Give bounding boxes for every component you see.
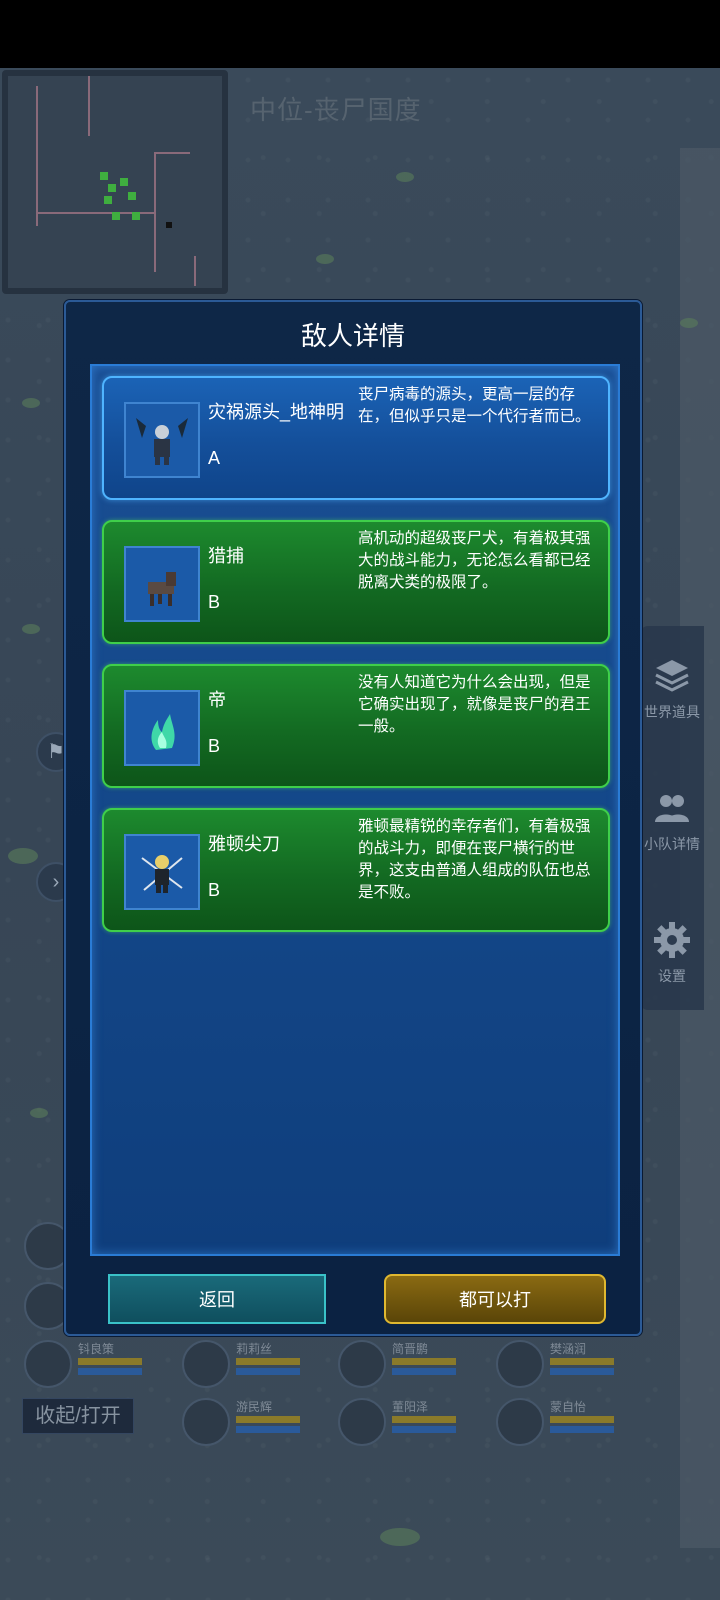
hp-bar	[550, 1358, 614, 1365]
enemy-name: 灾祸源头_地神明	[208, 402, 345, 422]
side-item-team-details[interactable]: 小队详情	[640, 788, 704, 854]
enemy-card[interactable]: 猎捕 B 高机动的超级丧尸犬，有着极其强大的战斗能力，无论怎么看都已经脱离犬类的…	[102, 520, 610, 644]
hp-bar	[392, 1358, 456, 1365]
party-member[interactable]: 简晋鹏	[338, 1340, 488, 1392]
party-member-name: 简晋鹏	[392, 1342, 429, 1356]
enemy-list[interactable]: 灾祸源头_地神明 A 丧尸病毒的源头，更高一层的存在，但似乎只是一个代行者而已。…	[90, 364, 620, 1256]
minimap-wall	[194, 256, 196, 286]
minimap-wall	[88, 76, 90, 136]
dialog-title: 敌人详情	[300, 321, 405, 351]
grass-tuft	[8, 848, 38, 864]
minimap-unit	[128, 192, 136, 200]
map-title: 中位-丧尸国度	[250, 95, 422, 125]
hp-bar	[236, 1358, 300, 1365]
blade-soldier-icon	[141, 855, 183, 893]
enemy-name: 雅顿尖刀	[208, 834, 280, 854]
enemy-card[interactable]: 雅顿尖刀 B 雅顿最精锐的幸存者们，有着极强的战斗力，即便在丧尸横行的世界，这支…	[102, 808, 610, 932]
party-member[interactable]: 樊涵润	[496, 1340, 646, 1392]
minimap-unit	[132, 212, 140, 220]
mp-bar	[392, 1368, 456, 1375]
enemy-description: 高机动的超级丧尸犬，有着极其强大的战斗能力，无论怎么看都已经脱离犬类的极限了。	[358, 530, 591, 591]
enemy-description: 没有人知道它为什么会出现，但是它确实出现了，就像是丧尸的君王一般。	[358, 674, 591, 735]
enemy-portrait	[124, 834, 200, 910]
minimap-player	[166, 222, 172, 228]
enemy-rank: A	[208, 448, 221, 468]
enemy-card[interactable]: 灾祸源头_地神明 A 丧尸病毒的源头，更高一层的存在，但似乎只是一个代行者而已。	[102, 376, 610, 500]
party-member-name: 董阳泽	[392, 1400, 429, 1414]
side-menu: 世界道具 小队详情 设置	[640, 626, 704, 1010]
hp-bar	[78, 1358, 142, 1365]
collapse-toggle-button[interactable]: 收起/打开	[22, 1398, 134, 1434]
avatar	[496, 1398, 544, 1446]
enemy-rank: B	[208, 592, 221, 612]
avatar	[182, 1340, 230, 1388]
hp-bar	[392, 1416, 456, 1423]
enemy-name: 猎捕	[208, 546, 244, 566]
mp-bar	[550, 1368, 614, 1375]
enemy-details-dialog: 敌人详情 灾祸源头_地神明 A 丧尸病毒的源头，更高一层的存在，但似乎只是一个代…	[64, 300, 642, 1336]
hp-bar	[550, 1416, 614, 1423]
minimap-unit	[104, 196, 112, 204]
party-member[interactable]: 游民辉	[182, 1398, 332, 1450]
mp-bar	[78, 1368, 142, 1375]
party-member-name: 樊涵润	[550, 1342, 587, 1356]
mp-bar	[550, 1426, 614, 1433]
grass-tuft	[316, 254, 334, 264]
enemy-description: 丧尸病毒的源头，更高一层的存在，但似乎只是一个代行者而已。	[358, 386, 591, 425]
party-member[interactable]: 钭良策	[24, 1340, 174, 1392]
minimap-unit	[120, 178, 128, 186]
grass-tuft	[30, 1108, 48, 1118]
mp-bar	[236, 1426, 300, 1433]
enemy-rank: B	[208, 736, 221, 756]
minimap[interactable]	[2, 70, 228, 294]
enemy-name: 帝	[208, 690, 226, 710]
enemy-portrait	[124, 402, 200, 478]
hp-bar	[236, 1416, 300, 1423]
enemy-description: 雅顿最精锐的幸存者们，有着极强的战斗力，即便在丧尸横行的世界，这支由普通人组成的…	[358, 818, 591, 901]
side-item-label: 设置	[658, 968, 686, 984]
minimap-unit	[112, 212, 120, 220]
grass-tuft	[22, 624, 40, 634]
gear-icon	[654, 922, 690, 958]
zombie-dog-icon	[148, 572, 176, 606]
grass-tuft	[22, 398, 40, 408]
enemy-portrait	[124, 690, 200, 766]
minimap-unit	[108, 184, 116, 192]
party-member-name: 蒙自怡	[550, 1400, 587, 1414]
party-member[interactable]: 董阳泽	[338, 1398, 488, 1450]
avatar	[338, 1340, 386, 1388]
team-icon	[655, 795, 689, 822]
minimap-wall	[154, 152, 190, 154]
status-bar	[0, 0, 720, 68]
avatar	[338, 1398, 386, 1446]
minimap-wall	[154, 152, 156, 272]
party-member[interactable]: 蒙自怡	[496, 1398, 646, 1450]
side-item-world-items[interactable]: 世界道具	[640, 656, 704, 722]
party-member-name: 游民辉	[236, 1400, 273, 1414]
side-item-label: 小队详情	[644, 836, 700, 852]
enemy-portrait	[124, 546, 200, 622]
grass-tuft	[680, 318, 698, 328]
party-member[interactable]: 莉莉丝	[182, 1340, 332, 1392]
minimap-wall	[36, 86, 38, 226]
enemy-rank: B	[208, 880, 221, 900]
party-member-name: 莉莉丝	[236, 1342, 273, 1356]
spirit-flame-icon	[151, 714, 175, 750]
avatar	[24, 1340, 72, 1388]
winged-demon-icon	[136, 418, 188, 465]
avatar	[182, 1398, 230, 1446]
avatar	[496, 1340, 544, 1388]
mp-bar	[236, 1368, 300, 1375]
minimap-unit	[100, 172, 108, 180]
back-button[interactable]: 返回	[108, 1274, 326, 1324]
grass-tuft	[396, 172, 414, 182]
layers-icon	[655, 660, 689, 692]
side-item-label: 世界道具	[644, 704, 700, 720]
party-member-name: 钭良策	[78, 1342, 115, 1356]
enemy-card[interactable]: 帝 B 没有人知道它为什么会出现，但是它确实出现了，就像是丧尸的君王一般。	[102, 664, 610, 788]
side-item-settings[interactable]: 设置	[640, 920, 704, 986]
grass-tuft	[380, 1528, 420, 1546]
fight-all-button[interactable]: 都可以打	[384, 1274, 606, 1324]
mp-bar	[392, 1426, 456, 1433]
